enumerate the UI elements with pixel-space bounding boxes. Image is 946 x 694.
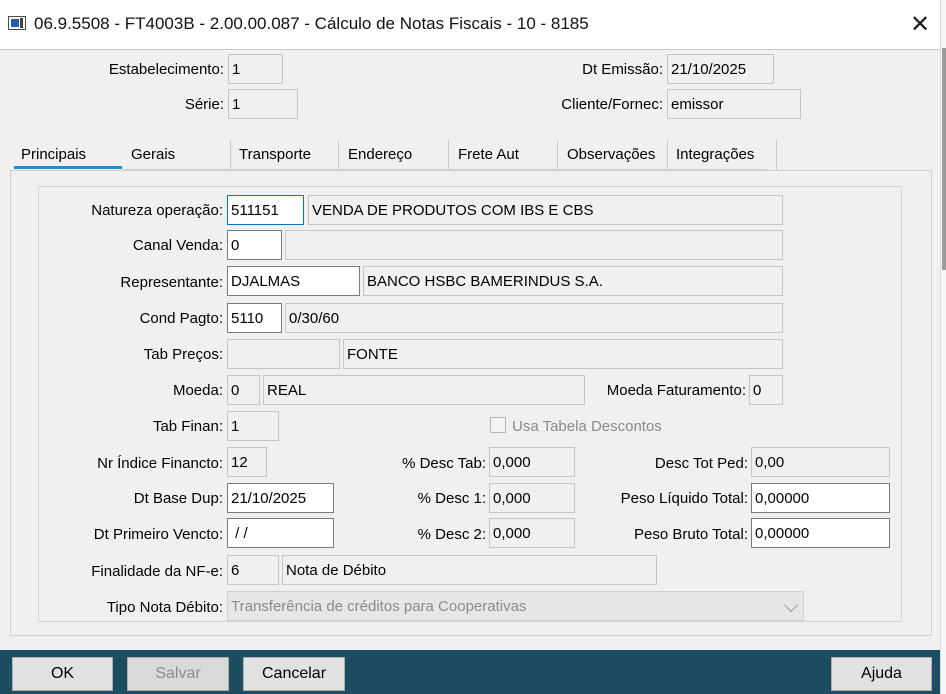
ok-button[interactable]: OK — [12, 657, 113, 691]
tab-precos-desc-field[interactable]: FONTE — [343, 339, 783, 369]
desc-tot-ped-label: Desc Tot Ped: — [654, 455, 748, 472]
tab-finan-label: Tab Finan: — [152, 418, 223, 435]
estabelecimento-field[interactable]: 1 — [228, 54, 283, 84]
nr-indice-field[interactable]: 12 — [227, 447, 267, 477]
peso-liquido-field[interactable]: 0,00000 — [751, 483, 890, 513]
tipo-nota-debito-label: Tipo Nota Débito: — [106, 599, 223, 616]
peso-bruto-label: Peso Bruto Total: — [634, 526, 748, 543]
tab-precos-label: Tab Preços: — [143, 346, 223, 363]
tab-precos-code-field[interactable] — [227, 339, 340, 369]
dt-emissao-field[interactable]: 21/10/2025 — [667, 54, 774, 84]
canal-venda-code-field[interactable]: 0 — [227, 230, 282, 260]
natureza-label: Natureza operação: — [91, 202, 223, 219]
dt-primeiro-vencto-field[interactable]: / / — [227, 518, 334, 548]
finalidade-label: Finalidade da NF-e: — [91, 563, 223, 580]
tab-separator — [776, 140, 777, 170]
usa-tabela-descontos-label: Usa Tabela Descontos — [512, 418, 662, 435]
active-tab-indicator — [14, 166, 122, 169]
tab-observacoes[interactable]: Observações — [567, 144, 655, 168]
moeda-faturamento-label: Moeda Faturamento: — [606, 382, 746, 399]
tab-gerais[interactable]: Gerais — [131, 144, 175, 168]
natureza-desc-field[interactable]: VENDA DE PRODUTOS COM IBS E CBS — [308, 195, 783, 225]
tipo-nota-debito-select[interactable]: Transferência de créditos para Cooperati… — [227, 591, 804, 621]
representante-code-field[interactable]: DJALMAS — [227, 266, 360, 296]
close-icon[interactable]: ✕ — [902, 8, 938, 42]
dt-emissao-label: Dt Emissão: — [582, 61, 663, 78]
representante-desc-field[interactable]: BANCO HSBC BAMERINDUS S.A. — [363, 266, 783, 296]
cond-pagto-label: Cond Pagto: — [139, 310, 223, 327]
desc2-field[interactable]: 0,000 — [489, 518, 575, 548]
natureza-code-field[interactable]: 511151 — [227, 195, 304, 225]
moeda-faturamento-field[interactable]: 0 — [749, 375, 783, 405]
tab-separator — [448, 140, 449, 170]
desc-tab-field[interactable]: 0,000 — [489, 447, 575, 477]
cond-pagto-code-field[interactable]: 5110 — [227, 303, 282, 333]
tab-separator — [338, 140, 339, 170]
cliente-fornec-label: Cliente/Fornec: — [561, 96, 663, 113]
tab-principais[interactable]: Principais — [21, 144, 86, 168]
tab-separator — [230, 140, 231, 170]
scrollbar[interactable] — [940, 0, 946, 694]
cancelar-button[interactable]: Cancelar — [243, 657, 345, 691]
salvar-button[interactable]: Salvar — [127, 657, 229, 691]
tab-frete-aut[interactable]: Frete Aut — [458, 144, 519, 168]
cond-pagto-desc-field[interactable]: 0/30/60 — [285, 303, 783, 333]
tab-separator — [557, 140, 558, 170]
cliente-fornec-field[interactable]: emissor — [667, 89, 801, 119]
dt-base-dup-label: Dt Base Dup: — [133, 490, 223, 507]
tab-transporte[interactable]: Transporte — [239, 144, 311, 168]
peso-liquido-label: Peso Líquido Total: — [620, 490, 748, 507]
window-title: 06.9.5508 - FT4003B - 2.00.00.087 - Cálc… — [34, 14, 589, 33]
dt-primeiro-vencto-label: Dt Primeiro Vencto: — [93, 526, 223, 543]
desc-tab-label: % Desc Tab: — [402, 455, 486, 472]
tab-endereco[interactable]: Endereço — [348, 144, 412, 168]
serie-label: Série: — [184, 96, 224, 113]
tab-separator — [667, 140, 668, 170]
desc2-label: % Desc 2: — [417, 526, 486, 543]
finalidade-desc-field[interactable]: Nota de Débito — [282, 555, 657, 585]
tab-integracoes[interactable]: Integrações — [676, 144, 754, 168]
usa-tabela-descontos-checkbox[interactable] — [490, 417, 506, 433]
dt-base-dup-field[interactable]: 21/10/2025 — [227, 483, 334, 513]
peso-bruto-field[interactable]: 0,00000 — [751, 518, 890, 548]
desc1-field[interactable]: 0,000 — [489, 483, 575, 513]
representante-label: Representante: — [120, 274, 223, 291]
serie-field[interactable]: 1 — [228, 89, 298, 119]
finalidade-code-field[interactable]: 6 — [227, 555, 279, 585]
tab-strip-line — [122, 169, 767, 170]
moeda-code-field[interactable]: 0 — [227, 375, 260, 405]
tab-finan-field[interactable]: 1 — [227, 411, 279, 441]
canal-venda-label: Canal Venda: — [132, 237, 223, 254]
moeda-label: Moeda: — [172, 382, 223, 399]
estabelecimento-label: Estabelecimento: — [108, 61, 224, 78]
desc-tot-ped-field[interactable]: 0,00 — [751, 447, 890, 477]
app-icon — [8, 16, 26, 30]
ajuda-button[interactable]: Ajuda — [831, 657, 932, 691]
desc1-label: % Desc 1: — [417, 490, 486, 507]
nr-indice-label: Nr Índice Financto: — [97, 455, 223, 472]
canal-venda-desc-field[interactable] — [285, 230, 783, 260]
moeda-desc-field[interactable]: REAL — [263, 375, 585, 405]
